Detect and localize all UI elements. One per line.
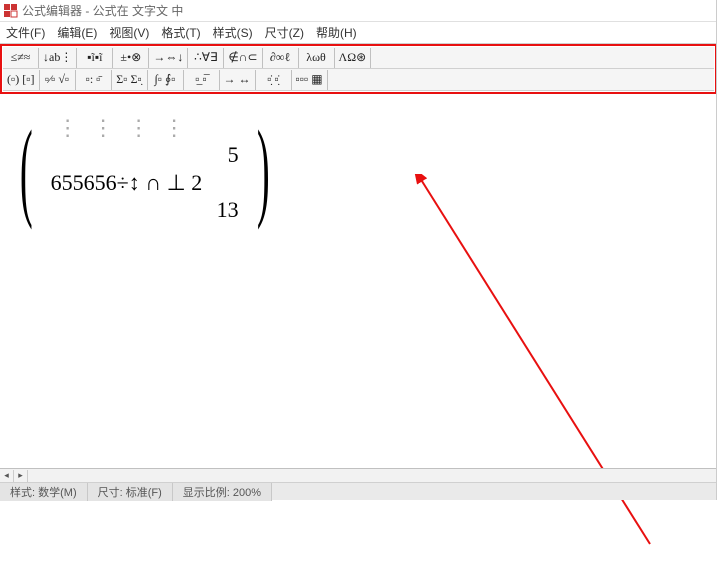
matrix-cell: 13: [217, 197, 239, 223]
fractions-template[interactable]: ▫⁄▫ √▫: [40, 70, 76, 90]
relations-palette[interactable]: ≤≠≈: [3, 48, 39, 68]
integral-template[interactable]: ∫▫ ∮▫: [148, 70, 184, 90]
menu-file[interactable]: 文件(F): [6, 24, 45, 41]
window-title: 公式编辑器 - 公式在 文字文 中: [22, 2, 183, 19]
operators-palette[interactable]: ±•⊗: [113, 48, 149, 68]
status-zoom[interactable]: 显示比例: 200%: [173, 483, 272, 501]
toolbar-highlight-box: ≤≠≈ ↓ab⋮ ▪ĩ▪ĩ ±•⊗ →⇔↓ ∴∀∃ ∉∩⊂ ∂∞ℓ λωθ ΛΩ…: [0, 44, 717, 94]
logic-palette[interactable]: ∴∀∃: [188, 48, 224, 68]
annotation-arrow-icon: [170, 174, 670, 564]
summation-template[interactable]: Σ▫ Σ▫̣: [112, 70, 148, 90]
menu-size[interactable]: 尺寸(Z): [265, 24, 304, 41]
menu-view[interactable]: 视图(V): [109, 24, 149, 41]
formula-display: ( ⋮ ⋮ ⋮ ⋮ 5 655656÷↕ ∩ ⊥ 2 13 ): [8, 114, 281, 224]
matrix-cell: 5: [228, 142, 239, 168]
matrix-row-3: 13: [51, 197, 239, 225]
status-style[interactable]: 样式: 数学(M): [0, 483, 88, 501]
menu-help[interactable]: 帮助(H): [316, 24, 357, 41]
menu-bar: 文件(F) 编辑(E) 视图(V) 格式(T) 样式(S) 尺寸(Z) 帮助(H…: [0, 22, 717, 44]
matrix-row-dots: ⋮ ⋮ ⋮ ⋮: [51, 114, 239, 142]
menu-format[interactable]: 格式(T): [161, 24, 200, 41]
misc-symbols-palette[interactable]: ∂∞ℓ: [263, 48, 299, 68]
subsup-template[interactable]: ▫: ▫̄: [76, 70, 112, 90]
spaces-palette[interactable]: ↓ab⋮: [39, 48, 77, 68]
matrix-body: ⋮ ⋮ ⋮ ⋮ 5 655656÷↕ ∩ ⊥ 2 13: [45, 114, 245, 224]
status-scroll-strip: ◂ ▸: [0, 469, 717, 483]
menu-edit[interactable]: 编辑(E): [57, 24, 97, 41]
matrix-row-2: 655656÷↕ ∩ ⊥ 2: [51, 169, 239, 197]
symbol-toolbar-row-1: ≤≠≈ ↓ab⋮ ▪ĩ▪ĩ ±•⊗ →⇔↓ ∴∀∃ ∉∩⊂ ∂∞ℓ λωθ ΛΩ…: [3, 47, 714, 69]
set-theory-palette[interactable]: ∉∩⊂: [224, 48, 262, 68]
arrows-palette[interactable]: →⇔↓: [149, 48, 188, 68]
left-paren-icon: (: [20, 125, 33, 213]
scroll-right-icon[interactable]: ▸: [14, 470, 28, 482]
editor-canvas[interactable]: ( ⋮ ⋮ ⋮ ⋮ 5 655656÷↕ ∩ ⊥ 2 13 ): [0, 94, 717, 494]
app-icon: [4, 4, 18, 18]
labeled-arrows-template[interactable]: → ↔: [220, 70, 256, 90]
matrix-row-1: 5: [51, 142, 239, 170]
embellishments-palette[interactable]: ▪ĩ▪ĩ: [77, 48, 113, 68]
overbar-template[interactable]: ▫̲ ▫̅: [184, 70, 220, 90]
greek-upper-palette[interactable]: ΛΩ⊛: [335, 48, 372, 68]
fences-template[interactable]: (▫) [▫]: [3, 70, 40, 90]
status-bar: ◂ ▸ 样式: 数学(M) 尺寸: 标准(F) 显示比例: 200%: [0, 468, 717, 500]
greek-lower-palette[interactable]: λωθ: [299, 48, 335, 68]
products-template[interactable]: ▫̣̇ ▫̣̇: [256, 70, 292, 90]
matrix-cell-expr: 655656÷↕ ∩ ⊥ 2: [51, 170, 203, 196]
status-size[interactable]: 尺寸: 标准(F): [88, 483, 173, 501]
menu-style[interactable]: 样式(S): [213, 24, 253, 41]
template-toolbar-row-2: (▫) [▫] ▫⁄▫ √▫ ▫: ▫̄ Σ▫ Σ▫̣ ∫▫ ∮▫ ▫̲ ▫̅ …: [3, 69, 714, 91]
scroll-left-icon[interactable]: ◂: [0, 470, 14, 482]
right-paren-icon: ): [257, 125, 270, 213]
matrix-template[interactable]: ▫▫▫ ▦: [292, 70, 328, 90]
status-cells: 样式: 数学(M) 尺寸: 标准(F) 显示比例: 200%: [0, 483, 717, 501]
title-bar: 公式编辑器 - 公式在 文字文 中: [0, 0, 717, 22]
